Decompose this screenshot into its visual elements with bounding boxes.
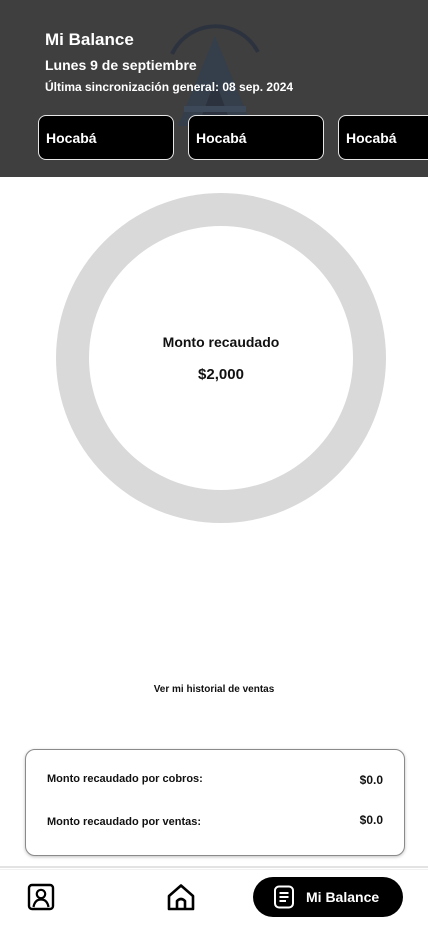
bottom-nav-divider-shadow [0, 869, 428, 870]
collected-amount-label: Monto recaudado [162, 334, 280, 350]
store-chip-label: Hocabá [346, 130, 397, 146]
collections-amount-label: Monto recaudado por cobros: [47, 773, 203, 785]
store-chip[interactable]: Hocabá [188, 115, 324, 160]
profile-icon [27, 883, 55, 911]
bottom-nav-divider [0, 866, 428, 868]
store-chip[interactable]: Hocabá [38, 115, 174, 160]
document-icon [274, 885, 294, 909]
page-title: Mi Balance [45, 30, 134, 49]
nav-balance-button[interactable]: Mi Balance [253, 877, 403, 917]
sales-amount-label: Monto recaudado por ventas: [47, 816, 202, 828]
header: Mi Balance Lunes 9 de septiembre Última … [0, 0, 428, 177]
sync-status: Última sincronización general: 08 sep. 2… [45, 80, 294, 94]
sales-history-link[interactable]: Ver mi historial de ventas [0, 684, 428, 695]
ring-center: Monto recaudado $2,000 [89, 226, 353, 490]
sales-amount-value: $0.0 [359, 813, 383, 827]
collections-amount-value: $0.0 [359, 773, 383, 787]
store-chips: Hocabá Hocabá Hocabá [0, 115, 428, 161]
store-chip[interactable]: Hocabá [338, 115, 428, 160]
nav-balance-label: Mi Balance [306, 889, 380, 905]
collected-amount-value: $2,000 [198, 366, 244, 383]
current-date: Lunes 9 de septiembre [45, 57, 197, 73]
store-chip-label: Hocabá [46, 130, 97, 146]
nav-profile-button[interactable] [27, 883, 55, 911]
nav-home-button[interactable] [166, 883, 196, 911]
home-icon [167, 884, 195, 911]
collected-amount-ring: Monto recaudado $2,000 [56, 193, 386, 523]
store-chip-label: Hocabá [196, 130, 247, 146]
summary-card: Monto recaudado por cobros: $0.0 Monto r… [25, 749, 405, 856]
